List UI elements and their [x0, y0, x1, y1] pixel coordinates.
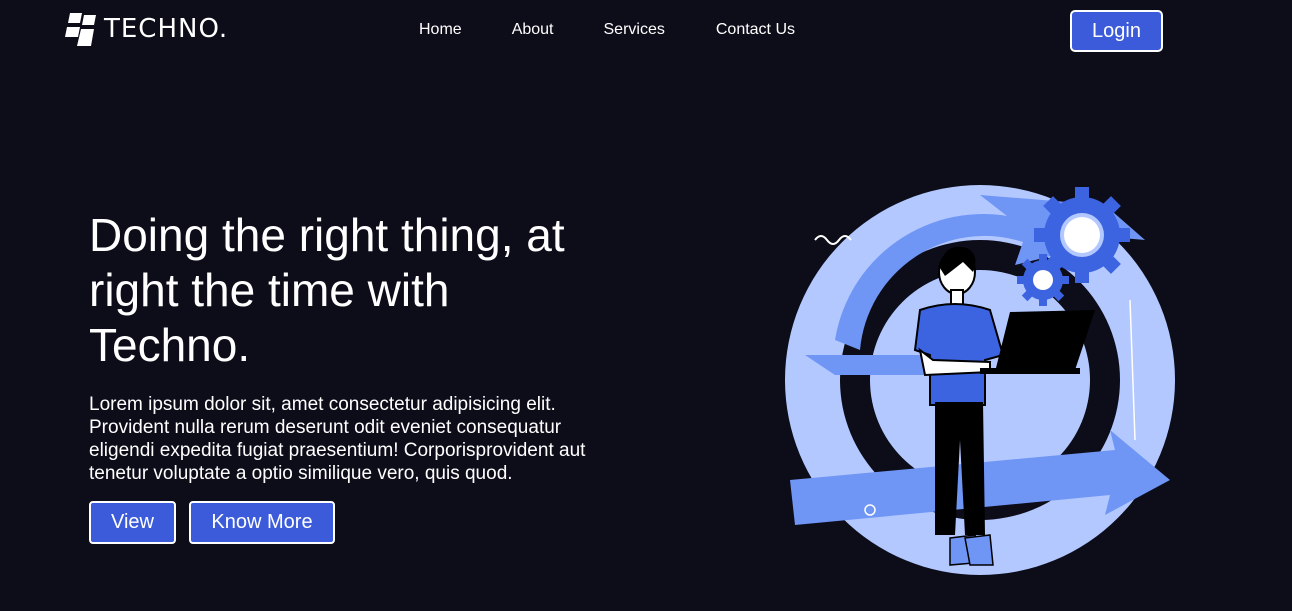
- main-nav: Home About Services Contact Us: [419, 21, 795, 39]
- view-button[interactable]: View: [89, 501, 176, 544]
- hero-title: Doing the right thing, at right the time…: [89, 209, 565, 371]
- nav-item-contact-us[interactable]: Contact Us: [716, 21, 795, 39]
- person-with-laptop-gears-illustration: [785, 185, 1175, 575]
- page: TECHNO. Home About Services Contact Us L…: [0, 0, 1292, 611]
- login-button[interactable]: Login: [1070, 10, 1163, 52]
- know-more-button[interactable]: Know More: [189, 501, 335, 544]
- brand-name: TECHNO.: [104, 14, 229, 44]
- nav-item-about[interactable]: About: [512, 21, 554, 39]
- techno-logo-icon: [65, 13, 96, 46]
- nav-item-services[interactable]: Services: [604, 21, 665, 39]
- hero-description: Lorem ipsum dolor sit, amet consectetur …: [89, 394, 586, 484]
- nav-item-home[interactable]: Home: [419, 21, 462, 39]
- brand-logo[interactable]: TECHNO.: [64, 11, 228, 47]
- gear-small-icon: [1017, 254, 1069, 306]
